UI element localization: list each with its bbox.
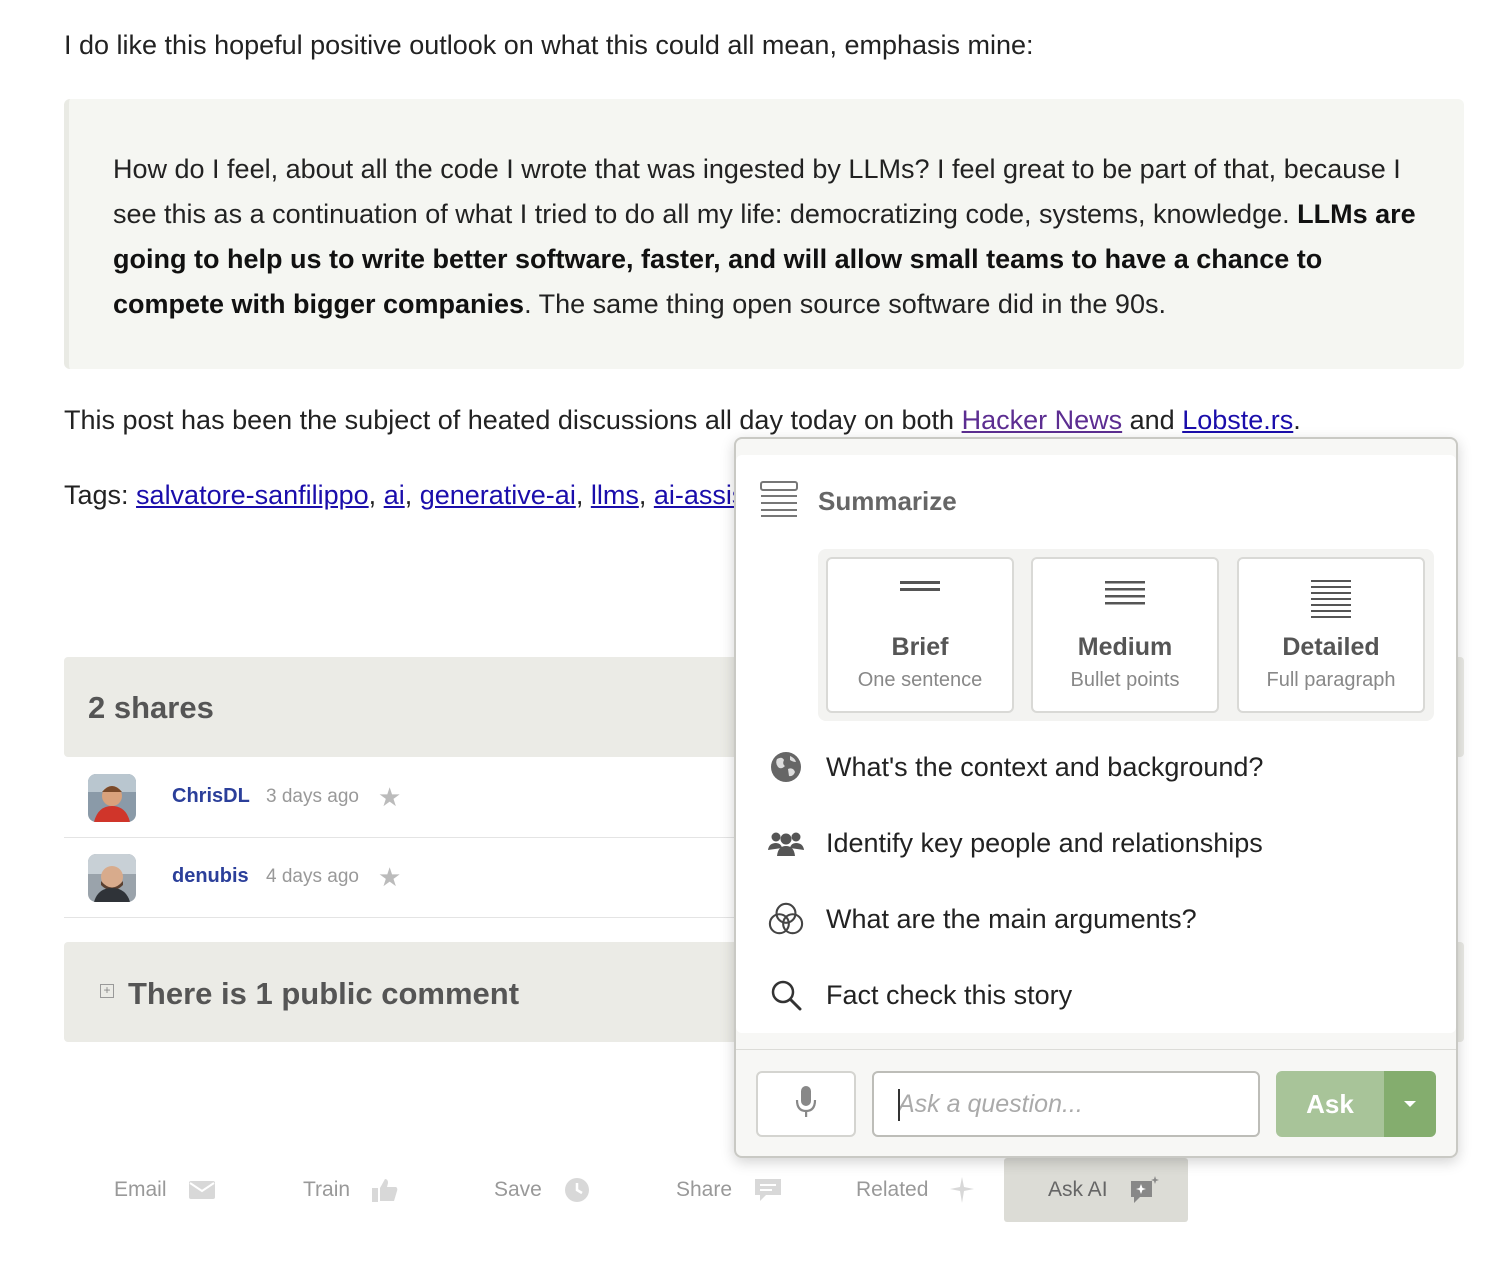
hacker-news-link[interactable]: Hacker News [962,405,1123,435]
brief-option[interactable]: Brief One sentence [826,557,1014,713]
microphone-icon [795,1085,817,1124]
level-description: Bullet points [1070,669,1180,691]
sparkle-icon [950,1177,975,1203]
clock-icon [564,1177,590,1203]
caret-down-icon [1403,1095,1417,1113]
microphone-button[interactable] [756,1071,856,1137]
avatar[interactable] [88,774,136,822]
star-icon[interactable]: ★ [378,782,401,813]
action-label: Related [856,1178,929,1201]
action-label: Train [303,1178,351,1201]
share-action[interactable]: Share [676,1158,782,1222]
medium-lines-icon [1033,579,1217,609]
question-label: What's the context and background? [826,751,1264,782]
ask-button[interactable]: Ask [1276,1071,1384,1137]
level-name: Medium [1077,633,1173,661]
tag-link[interactable]: llms [591,480,639,510]
summarize-header: Summarize [760,481,957,522]
discussion-prefix: This post has been the subject of heated… [64,405,962,435]
discussion-paragraph: This post has been the subject of heated… [64,405,1301,436]
envelope-icon [188,1181,215,1199]
question-label: What are the main arguments? [826,903,1197,934]
share-time: 3 days ago [266,786,359,807]
intro-paragraph: I do like this hopeful positive outlook … [64,30,1034,60]
brief-lines-icon [828,579,1012,593]
ask-question-input[interactable] [872,1071,1260,1137]
tag-link[interactable]: salvatore-sanfilippo [136,480,369,510]
level-name: Detailed [1282,633,1380,661]
tag-link[interactable]: generative-ai [420,480,576,510]
level-description: One sentence [857,669,983,691]
ask-ai-action[interactable]: Ask AI [1004,1158,1188,1222]
avatar[interactable] [88,854,136,902]
comments-title: There is 1 public comment [128,976,520,1011]
ask-ai-popup: Summarize Brief One sentence Medium Bull… [734,437,1458,1158]
lobsters-link[interactable]: Lobste.rs [1182,405,1293,435]
summarize-title: Summarize [818,486,957,516]
context-question[interactable]: What's the context and background? [768,747,1263,787]
share-row: ChrisDL 3 days ago ★ [64,758,744,838]
email-action[interactable]: Email [114,1158,215,1222]
discussion-suffix: . [1293,405,1301,435]
ask-options-dropdown[interactable] [1384,1071,1436,1137]
people-question[interactable]: Identify key people and relationships [768,823,1263,863]
search-icon [768,979,804,1011]
arguments-question[interactable]: What are the main arguments? [768,899,1197,939]
discussion-and: and [1122,405,1183,435]
share-username[interactable]: denubis [172,865,249,888]
popup-options-panel: Summarize Brief One sentence Medium Bull… [736,455,1456,1033]
story-action-bar: Email Train Save Share Related Ask AI [64,1158,1264,1222]
tags-label: Tags: [64,480,137,510]
text-caret [898,1089,900,1121]
level-name: Brief [891,633,949,661]
shares-title: 2 shares [88,690,214,725]
globe-icon [768,750,804,784]
train-action[interactable]: Train [303,1158,398,1222]
related-action[interactable]: Related [856,1158,975,1222]
blockquote: How do I feel, about all the code I wrot… [64,99,1464,369]
question-label: Identify key people and relationships [826,827,1263,858]
action-label: Share [676,1178,733,1201]
star-icon[interactable]: ★ [378,862,401,893]
summary-length-options: Brief One sentence Medium Bullet points … [818,549,1434,721]
save-action[interactable]: Save [494,1158,590,1222]
ai-chat-icon [1130,1176,1160,1204]
share-row: denubis 4 days ago ★ [64,838,744,918]
level-description: Full paragraph [1266,669,1396,691]
quote-text-2: . The same thing open source software di… [524,289,1166,319]
action-label: Ask AI [1048,1178,1108,1201]
comment-icon [754,1178,782,1202]
popup-divider [736,1049,1456,1050]
share-username[interactable]: ChrisDL [172,785,250,808]
medium-option[interactable]: Medium Bullet points [1031,557,1219,713]
expand-icon[interactable]: + [100,984,114,998]
fact-check-question[interactable]: Fact check this story [768,975,1072,1015]
tag-link[interactable]: ai-assisted [654,480,736,510]
action-label: Save [494,1178,542,1201]
action-label: Email [114,1178,167,1201]
detailed-lines-icon [1239,579,1423,621]
summarize-icon [760,481,798,522]
tag-link[interactable]: ai [384,480,405,510]
people-icon [768,830,804,856]
circles-icon [768,901,804,937]
tags-line: Tags: salvatore-sanfilippo, ai, generati… [64,480,736,511]
question-label: Fact check this story [826,979,1073,1010]
detailed-option[interactable]: Detailed Full paragraph [1237,557,1425,713]
share-time: 4 days ago [266,866,359,887]
quote-text-1: How do I feel, about all the code I wrot… [113,154,1401,229]
thumbs-up-icon [372,1178,398,1202]
